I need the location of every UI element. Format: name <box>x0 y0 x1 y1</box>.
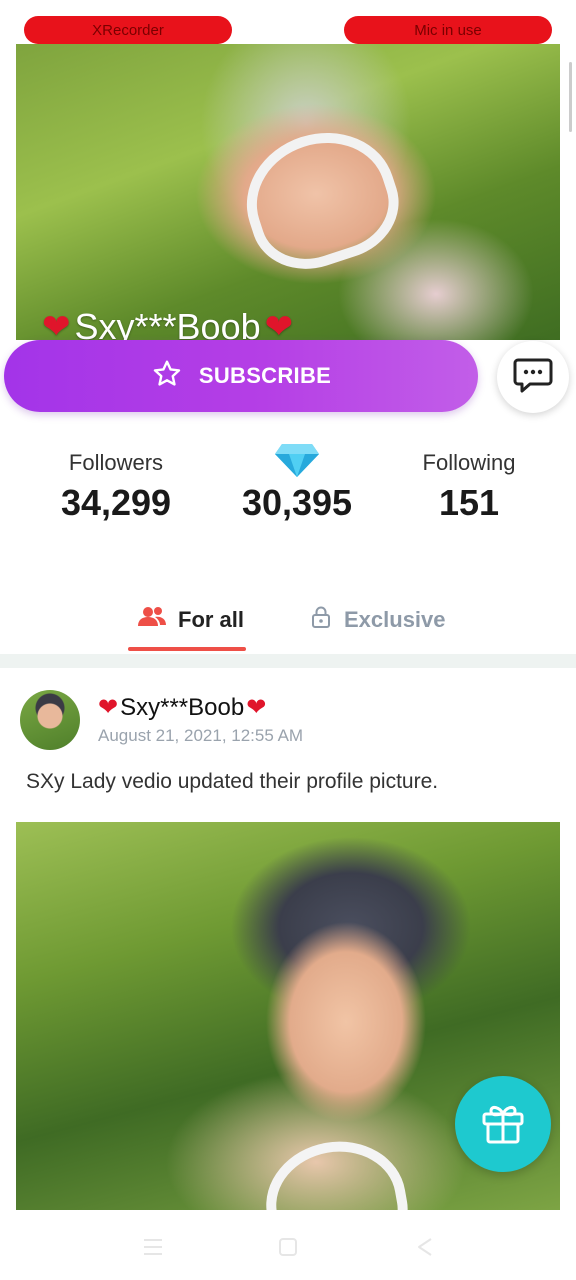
lock-icon <box>310 605 332 635</box>
post-date: August 21, 2021, 12:55 AM <box>98 726 304 745</box>
following-count: 151 <box>438 482 500 523</box>
avatar[interactable] <box>20 690 80 750</box>
subscribe-label: SUBSCRIBE <box>198 363 332 388</box>
post-author-name: Sxy***Boob <box>120 694 245 721</box>
mic-in-use-label: Mic in use <box>414 21 482 39</box>
profile-name-overlay: ❤ Sxy***Boob ❤ <box>42 306 293 340</box>
mic-in-use-badge: Mic in use <box>344 16 552 44</box>
recorder-badge: XRecorder <box>24 16 232 44</box>
heart-gesture-shape <box>229 114 413 284</box>
menu-nav-icon[interactable] <box>138 1232 168 1262</box>
heart-icon: ❤ <box>264 308 294 340</box>
heart-gesture-shape <box>256 1130 416 1210</box>
tab-for-all-label: For all <box>178 607 245 632</box>
chat-button[interactable] <box>497 341 569 413</box>
gift-button[interactable] <box>455 1076 551 1172</box>
profile-stats: Followers 34,299 30,395 Following 151 <box>0 440 576 530</box>
home-nav-icon[interactable] <box>273 1232 303 1262</box>
back-nav-icon[interactable] <box>410 1232 440 1262</box>
star-icon <box>151 358 183 395</box>
tab-for-all[interactable]: For all <box>138 595 244 645</box>
system-navigation-bar <box>0 1212 576 1280</box>
subscribe-button[interactable]: SUBSCRIBE <box>4 340 478 412</box>
section-divider <box>0 654 576 668</box>
post-tabs: For all Exclusive <box>0 595 576 655</box>
diamonds-count: 30,395 <box>241 482 353 523</box>
recorder-label: XRecorder <box>92 21 164 39</box>
following-stat[interactable]: Following 151 <box>374 440 564 524</box>
active-tab-indicator <box>128 647 246 651</box>
heart-icon: ❤ <box>42 308 71 340</box>
following-label: Following <box>422 450 516 475</box>
post-author[interactable]: ❤ Sxy***Boob ❤ <box>98 694 266 722</box>
diamond-icon <box>202 440 392 478</box>
post-text: SXy Lady vedio updated their profile pic… <box>26 770 439 793</box>
followers-label: Followers <box>68 450 164 475</box>
gift-icon <box>478 1097 528 1152</box>
chat-icon <box>513 356 553 399</box>
heart-icon: ❤ <box>98 694 119 721</box>
tab-exclusive-label: Exclusive <box>344 607 446 632</box>
group-icon <box>138 606 166 634</box>
scrollbar[interactable] <box>569 62 572 132</box>
post-header: ❤ Sxy***Boob ❤ August 21, 2021, 12:55 AM <box>20 688 560 750</box>
cover-photo: ❤ Sxy***Boob ❤ <box>16 44 560 340</box>
heart-icon: ❤ <box>246 694 267 721</box>
diamonds-stat: 30,395 <box>202 440 392 524</box>
followers-count: 34,299 <box>60 482 172 523</box>
followers-stat[interactable]: Followers 34,299 <box>21 440 211 524</box>
profile-name: Sxy***Boob <box>74 306 261 340</box>
tab-exclusive[interactable]: Exclusive <box>310 595 446 645</box>
